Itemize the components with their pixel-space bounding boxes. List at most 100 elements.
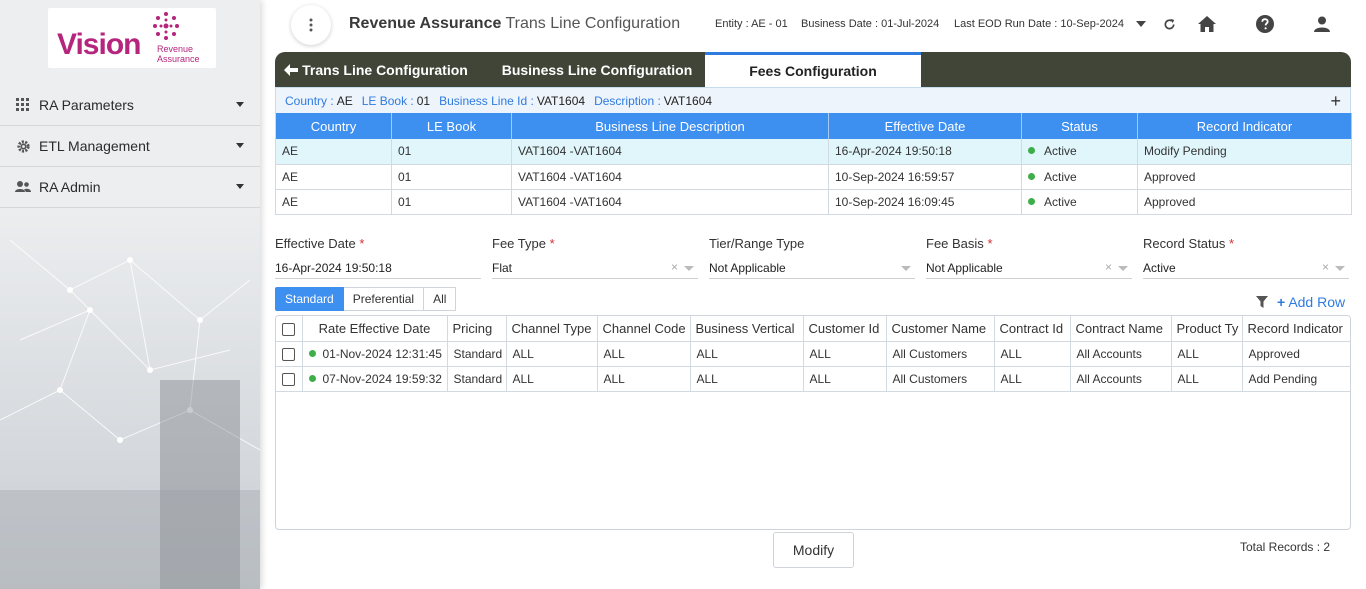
column-header[interactable]: Channel Code <box>597 316 691 342</box>
plus-icon: + <box>1277 294 1286 310</box>
table-cell: ALL <box>994 341 1071 367</box>
column-header[interactable]: Business Line Description <box>511 113 829 139</box>
table-cell: ALL <box>994 366 1071 392</box>
add-row-label: Add Row <box>1288 294 1346 310</box>
record-status-value: Active <box>1143 261 1176 275</box>
chevron-down-icon[interactable] <box>1335 266 1345 271</box>
description-key: Description : <box>594 93 661 108</box>
lebook-value: 01 <box>416 93 431 108</box>
vision-logo[interactable]: Vision Revenue Assurance <box>48 8 216 68</box>
column-header[interactable]: Status <box>1021 113 1138 139</box>
status-dot-icon <box>1028 172 1035 180</box>
column-header[interactable]: Channel Type <box>506 316 598 342</box>
tab-fees-configuration[interactable]: Fees Configuration <box>705 52 921 87</box>
status-text: Active <box>1044 194 1077 209</box>
sidebar-background-image <box>0 200 260 589</box>
user-icon[interactable] <box>1312 14 1332 34</box>
sidebar-item-ra-admin[interactable]: RA Admin <box>0 167 260 208</box>
column-header[interactable]: Pricing <box>447 316 507 342</box>
clear-icon[interactable]: × <box>1105 260 1112 274</box>
column-header[interactable]: Business Vertical <box>690 316 804 342</box>
column-header[interactable]: Rate Effective Date <box>302 316 448 342</box>
column-header[interactable]: Product Ty <box>1171 316 1243 342</box>
tier-range-value: Not Applicable <box>709 261 786 275</box>
table-cell: VAT1604 -VAT1604 <box>511 164 829 190</box>
table-cell: Approved <box>1137 164 1352 190</box>
table-cell: 01 <box>391 189 512 215</box>
column-header[interactable]: Customer Id <box>803 316 887 342</box>
toggle-all[interactable]: All <box>424 287 457 311</box>
add-row-button[interactable]: + Add Row <box>1277 294 1345 310</box>
table-cell: AE <box>275 164 392 190</box>
column-header[interactable]: Effective Date <box>828 113 1022 139</box>
row-checkbox[interactable] <box>276 366 303 392</box>
field-label: Fee Basis * <box>926 236 993 251</box>
clear-icon[interactable]: × <box>1322 260 1329 274</box>
filter-icon[interactable] <box>1256 296 1268 308</box>
checkbox-icon <box>282 372 295 386</box>
table-cell: All Accounts <box>1070 341 1172 367</box>
modify-button[interactable]: Modify <box>773 532 854 568</box>
column-header[interactable]: Customer Name <box>886 316 995 342</box>
table-row[interactable]: AE 01 VAT1604 -VAT1604 10-Sep-2024 16:09… <box>275 189 1352 215</box>
lebook-key: LE Book : <box>361 93 414 108</box>
sidebar-item-label: RA Admin <box>39 179 101 195</box>
table-cell: AE <box>275 189 392 215</box>
table-cell: 10-Sep-2024 16:09:45 <box>828 189 1022 215</box>
column-header[interactable]: Contract Id <box>994 316 1071 342</box>
clear-icon[interactable]: × <box>671 260 678 274</box>
required-mark: * <box>359 236 365 251</box>
tab-trans-line-back[interactable]: Trans Line Configuration <box>275 52 477 87</box>
effective-date-field[interactable]: Effective Date * 16-Apr-2024 19:50:18 <box>275 236 481 280</box>
field-label: Fee Type * <box>492 236 555 251</box>
column-header[interactable]: Record Indicator <box>1242 316 1350 342</box>
table-cell: 01 <box>391 139 512 165</box>
column-header[interactable]: Record Indicator <box>1137 113 1352 139</box>
sidebar-item-ra-parameters[interactable]: RA Parameters <box>0 85 260 126</box>
field-underline <box>1143 278 1349 279</box>
checkbox-icon <box>282 322 296 336</box>
chevron-down-icon[interactable] <box>1118 266 1128 271</box>
tab-label: Business Line Configuration <box>501 61 693 78</box>
refresh-icon[interactable] <box>1159 14 1179 34</box>
chevron-down-icon[interactable] <box>684 266 694 271</box>
last-eod-label: Last EOD Run Date : 10-Sep-2024 <box>954 18 1124 30</box>
column-header[interactable]: Contract Name <box>1070 316 1172 342</box>
chevron-down-icon[interactable] <box>1131 14 1151 34</box>
field-label-text: Effective Date <box>275 236 356 251</box>
fee-basis-select[interactable]: Fee Basis * Not Applicable × <box>926 236 1132 280</box>
table-cell: Standard <box>447 366 507 392</box>
sidebar-item-etl-management[interactable]: ETL Management <box>0 126 260 167</box>
table-cell: Add Pending <box>1242 366 1350 392</box>
required-mark: * <box>549 236 555 251</box>
more-menu-button[interactable] <box>291 5 331 45</box>
fee-type-select[interactable]: Fee Type * Flat × <box>492 236 698 280</box>
chevron-down-icon[interactable] <box>901 266 911 271</box>
sidebar: Vision Revenue Assurance RA Parameters E… <box>0 0 260 589</box>
select-all-checkbox[interactable] <box>276 316 303 342</box>
fees-history-table: Country LE Book Business Line Descriptio… <box>275 113 1352 215</box>
column-header[interactable]: Country <box>275 113 392 139</box>
rate-detail-grid: Rate Effective Date Pricing Channel Type… <box>275 315 1351 530</box>
table-row[interactable]: AE 01 VAT1604 -VAT1604 10-Sep-2024 16:59… <box>275 164 1352 190</box>
table-row[interactable]: 07-Nov-2024 19:59:32 Standard ALL ALL AL… <box>276 366 1350 392</box>
tier-range-type-select[interactable]: Tier/Range Type Not Applicable <box>709 236 915 280</box>
toggle-preferential[interactable]: Preferential <box>343 287 425 311</box>
table-cell: ALL <box>506 366 598 392</box>
page-subtitle: - Trans Line Configuration <box>496 15 681 32</box>
record-status-select[interactable]: Record Status * Active × <box>1143 236 1349 280</box>
table-cell: All Accounts <box>1070 366 1172 392</box>
table-cell: All Customers <box>886 366 995 392</box>
table-row[interactable]: 01-Nov-2024 12:31:45 Standard ALL ALL AL… <box>276 341 1350 367</box>
toggle-standard[interactable]: Standard <box>275 287 344 311</box>
column-header[interactable]: LE Book <box>391 113 512 139</box>
tab-business-line[interactable]: Business Line Configuration <box>497 52 697 87</box>
country-key: Country : <box>285 93 334 108</box>
plus-icon[interactable]: + <box>1330 91 1341 112</box>
total-records: Total Records : 2 <box>1240 540 1331 554</box>
home-icon[interactable] <box>1197 14 1217 34</box>
help-icon[interactable] <box>1255 14 1275 34</box>
row-checkbox[interactable] <box>276 341 303 367</box>
chevron-down-icon <box>236 143 244 148</box>
table-row[interactable]: AE 01 VAT1604 -VAT1604 16-Apr-2024 19:50… <box>275 139 1352 165</box>
